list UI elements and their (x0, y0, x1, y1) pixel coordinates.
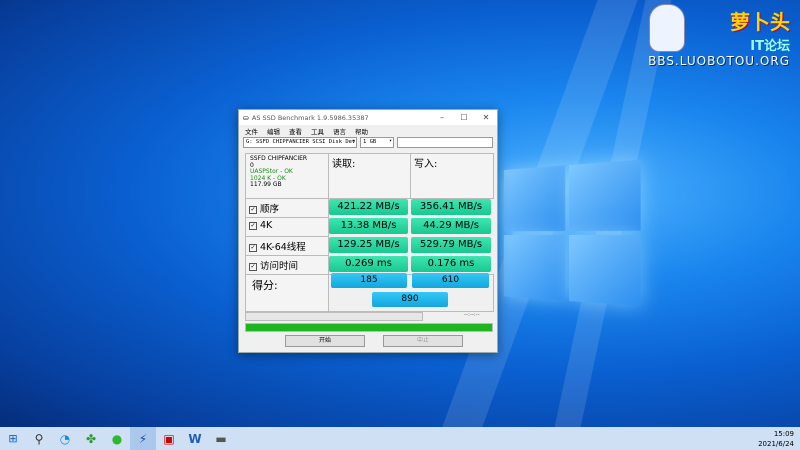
menu-tools[interactable]: 工具 (311, 126, 324, 136)
watermark-title: 萝卜头 (640, 6, 790, 35)
menu-view[interactable]: 查看 (289, 126, 302, 136)
checkbox-checked-icon[interactable]: ✓ (249, 263, 257, 271)
taskbar-wechat[interactable]: ● (104, 427, 130, 450)
maximize-button[interactable]: ☐ (453, 113, 475, 122)
close-button[interactable]: ✕ (475, 113, 497, 122)
drive-select[interactable]: G: SSFD CHIPFANCIER SCSI Disk Dev ▾ (243, 137, 357, 148)
clock-date: 2021/6/24 (758, 439, 794, 449)
taskbar-app-clover[interactable]: ✤ (78, 427, 104, 450)
desktop-background: 萝卜头 IT论坛 BBS.LUOBOTOU.ORG ⛀ AS SSD Bench… (0, 0, 800, 427)
size-select[interactable]: 1 GB ▾ (360, 137, 394, 148)
watermark-subtitle: IT论坛 (640, 35, 790, 54)
progress-bar (245, 323, 493, 332)
extra-field[interactable] (397, 137, 493, 148)
taskbar: ⊞ ⚲ ◔ ✤ ● ⚡ ▣ W ▬ 15:09 2021/6/24 (0, 427, 800, 450)
score-label-cell: 得分: (245, 274, 329, 312)
elapsed-time: --:--:-- (464, 312, 480, 318)
clover-icon: ✤ (86, 432, 96, 446)
seq-checkbox-label[interactable]: ✓ 顺序 (249, 201, 279, 215)
taskbar-drive[interactable]: ▬ (208, 427, 234, 450)
read-header: 读取: (332, 155, 355, 170)
menu-file[interactable]: 文件 (245, 126, 258, 136)
minimize-button[interactable]: – (431, 113, 453, 122)
row-label: 4K-64线程 (260, 242, 306, 253)
start-button[interactable]: ⊞ (0, 427, 26, 450)
row-label: 4K (260, 220, 272, 231)
row-4k64-label-cell: ✓ 4K-64线程 (245, 236, 329, 256)
4k64-checkbox-label[interactable]: ✓ 4K-64线程 (249, 239, 306, 253)
seq-write-value: 356.41 MB/s (411, 199, 491, 215)
app-icon: ⛀ (243, 114, 249, 122)
search-icon: ⚲ (35, 432, 44, 446)
wechat-icon: ● (112, 432, 122, 446)
access-write-value: 0.176 ms (411, 256, 491, 272)
search-button[interactable]: ⚲ (26, 427, 52, 450)
word-icon: W (188, 432, 201, 446)
checkbox-checked-icon[interactable]: ✓ (249, 222, 257, 230)
access-checkbox-label[interactable]: ✓ 访问时间 (249, 258, 298, 272)
read-header-cell: 读取: (328, 153, 411, 199)
4k-write-value: 44.29 MB/s (411, 218, 491, 234)
drive-icon: ▬ (215, 432, 226, 446)
4k-read-value: 13.38 MB/s (329, 218, 408, 234)
stop-button[interactable]: 中止 (383, 335, 463, 347)
row-seq-label-cell: ✓ 顺序 (245, 198, 329, 218)
menu-help[interactable]: 帮助 (355, 126, 368, 136)
edge-icon: ◔ (60, 432, 70, 446)
row-label: 顺序 (260, 204, 279, 215)
chevron-down-icon: ▾ (389, 138, 392, 144)
row-4k-label-cell: ✓ 4K (245, 217, 329, 237)
drive-capacity: 117.99 GB (250, 182, 307, 189)
4k64-read-value: 129.25 MB/s (329, 237, 408, 253)
watermark: 萝卜头 IT论坛 BBS.LUOBOTOU.ORG (640, 6, 790, 68)
size-select-value: 1 GB (363, 139, 376, 145)
score-read: 185 (331, 273, 407, 288)
taskbar-as-ssd[interactable]: ⚡ (130, 427, 156, 450)
drive-info-panel: SSFD CHIPFANCIER 0 UASPStor - OK 1024 K … (245, 153, 329, 199)
write-header: 写入: (414, 155, 437, 170)
4k-checkbox-label[interactable]: ✓ 4K (249, 220, 272, 231)
drive-name: SSFD CHIPFANCIER (250, 156, 307, 163)
seq-read-value: 421.22 MB/s (329, 199, 408, 215)
clock-time: 15:09 (758, 429, 794, 439)
as-ssd-icon: ⚡ (139, 432, 147, 446)
windows-icon: ⊞ (8, 432, 17, 445)
menu-language[interactable]: 语言 (333, 126, 346, 136)
checkbox-checked-icon[interactable]: ✓ (249, 206, 257, 214)
menu-bar: 文件 编辑 查看 工具 语言 帮助 (239, 125, 497, 136)
elapsed-bar (245, 312, 423, 321)
menu-edit[interactable]: 编辑 (267, 126, 280, 136)
score-write: 610 (412, 273, 489, 288)
score-total: 890 (372, 292, 448, 307)
start-button[interactable]: 开始 (285, 335, 365, 347)
as-ssd-window: ⛀ AS SSD Benchmark 1.9.5986.35387 – ☐ ✕ … (238, 109, 498, 353)
selection-row: G: SSFD CHIPFANCIER SCSI Disk Dev ▾ 1 GB… (239, 136, 497, 148)
title-bar[interactable]: ⛀ AS SSD Benchmark 1.9.5986.35387 – ☐ ✕ (239, 110, 497, 125)
taskbar-word[interactable]: W (182, 427, 208, 450)
score-label: 得分: (252, 277, 278, 293)
chevron-down-icon: ▾ (352, 138, 355, 144)
system-clock[interactable]: 15:09 2021/6/24 (758, 429, 794, 449)
write-header-cell: 写入: (410, 153, 494, 199)
checkbox-checked-icon[interactable]: ✓ (249, 244, 257, 252)
access-read-value: 0.269 ms (329, 256, 408, 272)
progress-bar-fill (246, 324, 492, 331)
taskbar-pdf[interactable]: ▣ (156, 427, 182, 450)
taskbar-edge[interactable]: ◔ (52, 427, 78, 450)
watermark-url: BBS.LUOBOTOU.ORG (640, 54, 790, 68)
row-label: 访问时间 (260, 261, 298, 272)
window-title: AS SSD Benchmark 1.9.5986.35387 (252, 114, 431, 122)
pdf-icon: ▣ (163, 432, 174, 446)
drive-select-value: G: SSFD CHIPFANCIER SCSI Disk Dev (246, 139, 355, 145)
4k64-write-value: 529.79 MB/s (411, 237, 491, 253)
row-access-label-cell: ✓ 访问时间 (245, 255, 329, 275)
windows-logo-wallpaper (504, 159, 648, 311)
